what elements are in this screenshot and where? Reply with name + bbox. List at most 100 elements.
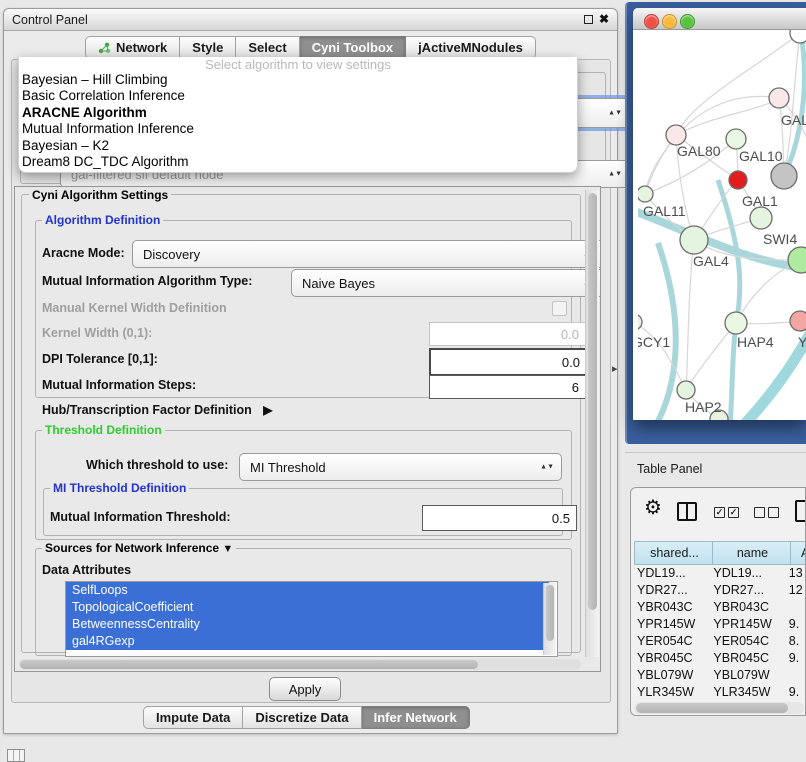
mi-steps-field[interactable]: 6 [429,375,586,399]
network-view-window: GALGAL80GAL10GAL1GAL11SWI4GAL4GCY1HAP4YH… [633,8,806,420]
combo-stepper-icon: ▲▼ [608,111,622,116]
tab-network[interactable]: Network [85,36,180,59]
network-node[interactable] [680,226,708,254]
network-edge[interactable] [676,98,779,135]
tab-label: Impute Data [156,710,230,725]
table-panel: ⚙ ✓ ✓ shared... name A YDL19...YDL19...1… [630,487,806,716]
algorithm-option[interactable]: Dream8 DC_TDC Algorithm [19,154,577,170]
sources-group-title[interactable]: Sources for Network Inference ▼ [42,541,236,555]
table-row[interactable]: YBR043CYBR043C [634,598,805,615]
network-node[interactable] [771,163,797,189]
tab-style[interactable]: Style [180,36,236,59]
column-header-clipped[interactable]: A [790,541,806,565]
tab-select[interactable]: Select [236,36,299,59]
algorithm-option[interactable]: Basic Correlation Inference [19,88,577,104]
data-attributes-list: SelfLoopsTopologicalCoefficientBetweenne… [65,581,558,657]
network-node[interactable] [638,186,653,202]
traffic-light-close[interactable] [644,14,659,29]
network-node-label: HAP2 [685,399,722,415]
tab-infer-network[interactable]: Infer Network [362,706,470,729]
table-row[interactable]: YDL19...YDL19...13 [634,564,805,581]
mi-threshold-group-title: MI Threshold Definition [50,481,189,495]
deselect-checkbox-icon[interactable] [754,507,765,518]
attribute-list-scrollbar[interactable] [543,583,556,655]
table-horizontal-scrollbar[interactable] [634,702,804,714]
control-panel-title: Control Panel [12,13,88,27]
tab-label: Network [116,40,167,55]
attribute-list-item[interactable]: gal4RGexp [66,633,549,650]
table-cell: 9. [787,617,805,631]
manual-kernel-checkbox[interactable] [552,301,567,316]
traffic-light-zoom[interactable] [680,14,695,29]
network-node[interactable] [750,207,772,229]
table-cell: YDR27... [634,583,710,597]
network-edge[interactable] [643,243,676,420]
table-cell: 8. [787,634,805,648]
hub-definition-toggle[interactable]: Hub/Transcription Factor Definition ▶ [42,403,272,417]
network-node[interactable] [677,381,695,399]
close-icon[interactable]: ✖ [599,12,609,26]
settings-vertical-scrollbar[interactable] [585,190,599,657]
network-graph: GALGAL80GAL10GAL1GAL11SWI4GAL4GCY1HAP4YH… [638,30,806,420]
table-row[interactable]: YBL079WYBL079W [634,666,805,683]
select-all-checkbox-icon[interactable]: ✓ [714,507,725,518]
kernel-width-field[interactable]: 0.0 [429,322,586,346]
attribute-list-item[interactable]: SelfLoops [66,582,549,599]
network-node[interactable] [726,129,746,149]
algorithm-option[interactable]: Mutual Information Inference [19,121,577,137]
network-node[interactable] [790,311,806,331]
mi-threshold-field[interactable]: 0.5 [422,505,577,531]
which-threshold-combo[interactable]: MI Threshold ▲▼ [239,453,562,481]
hub-definition-label: Hub/Transcription Factor Definition [42,403,252,417]
expanded-arrow-icon: ▼ [222,543,233,555]
column-header-name[interactable]: name [712,541,793,565]
network-node[interactable] [725,312,747,334]
aracne-mode-combo[interactable]: Discovery ▲▼ [132,240,601,268]
select-all-checkbox-icon-2[interactable]: ✓ [728,507,739,518]
table-row[interactable]: YDR27...YDR27...12 [634,581,805,598]
network-window-titlebar[interactable] [633,8,806,30]
collapsed-arrow-icon: ▶ [263,403,272,417]
tab-cyni-toolbox[interactable]: Cyni Toolbox [300,36,406,59]
control-panel-titlebar[interactable]: Control Panel ✖ [4,9,617,31]
network-icon [98,42,111,54]
dpi-tolerance-field[interactable]: 0.0 [429,348,588,376]
attribute-list-item[interactable]: BetweennessCentrality [66,616,549,633]
table-row[interactable]: YBR045CYBR045C9. [634,649,805,666]
aracne-mode-label: Aracne Mode: [42,246,125,260]
split-columns-icon[interactable] [677,502,697,521]
tab-discretize-data[interactable]: Discretize Data [243,706,361,729]
algorithm-option[interactable]: Bayesian – K2 [19,138,577,154]
algorithm-options-list: Bayesian – Hill ClimbingBasic Correlatio… [19,72,577,170]
tab-impute-data[interactable]: Impute Data [143,706,243,729]
table-row[interactable]: YPR145WYPR145W9. [634,615,805,632]
mi-type-value: Naive Bayes [302,276,375,291]
algorithm-option[interactable]: ARACNE Algorithm [19,105,577,121]
network-node[interactable] [666,125,686,145]
tab-jactivemnodules[interactable]: jActiveMNodules [406,36,536,59]
deselect-checkbox-icon-2[interactable] [768,507,779,518]
network-node[interactable] [729,171,747,189]
settings-gear-icon[interactable]: ⚙ [644,498,662,518]
settings-horizontal-scrollbar[interactable] [19,659,581,670]
column-header-shared[interactable]: shared... [634,541,715,565]
minimized-panel-icon[interactable] [7,749,25,762]
document-icon[interactable] [795,500,806,522]
traffic-light-minimize[interactable] [662,14,677,29]
mi-type-combo[interactable]: Naive Bayes ▲▼ [291,269,601,297]
algorithm-option[interactable]: Bayesian – Hill Climbing [19,72,577,88]
algorithm-definition-title: Algorithm Definition [42,213,163,227]
table-row[interactable]: YLR345WYLR345W9. [634,683,805,700]
apply-button[interactable]: Apply [269,677,341,701]
network-edge[interactable] [686,323,736,390]
network-edge[interactable] [638,322,686,390]
float-window-icon[interactable] [584,15,593,24]
mouse-cursor: ▸ [612,362,618,375]
combo-stepper-icon: ▲▼ [608,172,622,177]
network-node[interactable] [769,88,789,108]
network-canvas[interactable]: GALGAL80GAL10GAL1GAL11SWI4GAL4GCY1HAP4YH… [638,30,806,420]
attribute-list-item[interactable]: TopologicalCoefficient [66,599,549,616]
network-edge[interactable] [728,323,736,420]
table-row[interactable]: YER054CYER054C8. [634,632,805,649]
network-node[interactable] [790,30,806,43]
